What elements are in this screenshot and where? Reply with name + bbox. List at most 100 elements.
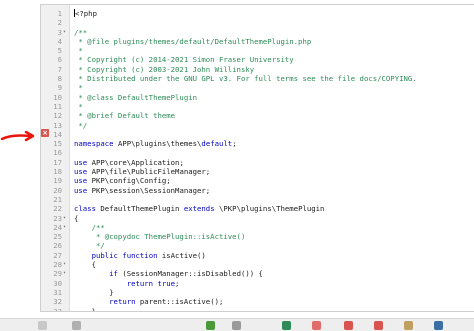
code-line[interactable]: 19 use PKP\config\Config; [41,176,474,185]
code-line[interactable]: 21 [41,195,474,204]
comment-token: * @class DefaultThemePlugin [74,92,198,102]
taskbar-icon[interactable] [434,321,443,330]
code-line[interactable]: 8 * Distributed under the GNU GPL v3. Fo… [41,74,474,83]
code-text[interactable]: * [74,102,82,111]
fold-toggle-icon[interactable]: ▾ [63,28,68,37]
code-text[interactable]: /** [74,28,87,37]
code-text[interactable]: <?php [74,9,97,18]
error-marker-icon[interactable]: × [41,129,49,137]
code-line[interactable]: 14 [41,130,474,139]
code-line[interactable]: 20 use PKP\session\SessionManager; [41,186,474,195]
code-text[interactable]: * Copyright (c) 2003-2021 John Willinsky [74,65,254,74]
code-line[interactable]: 6 * Copyright (c) 2014-2021 Simon Fraser… [41,55,474,64]
code-line[interactable]: 25 * @copydoc ThemePlugin::isActive() [41,232,474,241]
code-line[interactable]: 12 * @brief Default theme [41,111,474,120]
code-text[interactable]: */ [74,241,105,250]
taskbar-icon[interactable] [232,321,241,330]
fold-toggle-icon[interactable]: ▾ [63,214,68,223]
line-number: 8 [57,74,62,84]
code-line[interactable]: 5 * [41,46,474,55]
code-line[interactable]: 24 ▾ /** [41,223,474,232]
code-text[interactable]: use PKP\session\SessionManager; [74,186,210,195]
code-area[interactable]: 1 <?php 2 3 ▾/** 4 * @file plugins/themes/def… [41,9,474,312]
code-token: (SessionManager::isDisabled()) { [117,269,263,279]
code-line[interactable]: 29 ▾ if (SessionManager::isDisabled()) { [41,269,474,278]
code-token: PKP\config\Config; [87,176,171,186]
keyword-token: use [74,185,88,195]
code-text[interactable]: * Copyright (c) 2014-2021 Simon Fraser U… [74,55,294,65]
plant-icon[interactable] [206,321,215,330]
comment-token: /** [74,222,105,232]
code-text[interactable]: /** [74,223,105,232]
code-line[interactable]: 2 [41,18,474,27]
code-text[interactable]: use APP\core\Application; [74,158,184,167]
code-line[interactable]: 9 * [41,83,474,92]
taskbar-icon[interactable] [282,321,291,330]
code-text[interactable]: * [74,83,82,92]
taskbar-icon[interactable] [38,321,47,330]
code-text[interactable]: * Distributed under the GNU GPL v3. For … [74,74,416,83]
code-line[interactable]: 15 namespace APP\plugins\themes\default; [41,139,474,148]
line-number: 9 [57,83,62,93]
taskbar-icon[interactable] [72,321,81,330]
code-editor[interactable]: 1 <?php 2 3 ▾/** 4 * @file plugins/themes/def… [40,4,474,312]
code-line[interactable]: 28 ▾ { [41,260,474,269]
code-token: } [74,287,114,297]
code-line[interactable]: 30 return true; [41,279,474,288]
taskbar-icon[interactable] [344,321,353,330]
keyword-token: default [201,139,233,149]
taskbar-icon[interactable] [374,321,383,330]
code-text[interactable]: use PKP\config\Config; [74,176,171,185]
code-line[interactable]: 16 [41,148,474,157]
comment-token: * [74,46,83,56]
code-text[interactable]: use APP\file\PublicFileManager; [74,167,210,176]
code-line[interactable]: 23 ▾ { [41,214,474,223]
taskbar-icon[interactable] [312,321,321,330]
code-token: { [74,213,79,223]
fold-toggle-icon[interactable]: ▾ [63,269,68,278]
code-line[interactable]: 13 */ [41,121,474,130]
code-text[interactable]: */ [74,121,87,130]
code-text[interactable]: class DefaultThemePlugin extends \PKP\pl… [74,204,324,213]
comment-token: */ [74,241,105,251]
code-line[interactable]: 32 return parent::isActive(); [41,297,474,306]
code-text[interactable]: namespace APP\plugins\themes\default; [74,139,237,148]
comment-token: * Copyright (c) 2014-2021 Simon Fraser U… [74,55,294,65]
code-line[interactable]: 4 * @file plugins/themes/default/Default… [41,37,474,46]
code-text[interactable]: { [74,260,96,269]
code-line[interactable]: 3 ▾ /** [41,28,474,37]
code-text[interactable]: * @copydoc ThemePlugin::isActive() [74,232,245,241]
code-text[interactable]: * [74,46,83,56]
code-token: { [74,260,96,270]
code-line[interactable]: 27 public function isActive() [41,251,474,260]
code-line[interactable]: 26 */ [41,241,474,250]
code-line[interactable]: 22 class DefaultThemePlugin extends \PKP\… [41,204,474,213]
code-line[interactable]: 11 * [41,102,474,111]
comment-token: * @copydoc ThemePlugin::isActive() [74,232,246,242]
code-text[interactable]: * @file plugins/themes/default/DefaultTh… [74,37,311,46]
code-line[interactable]: 33 } [41,307,474,312]
code-text[interactable]: } [74,287,114,297]
line-number: 10 [53,92,62,102]
fold-toggle-icon[interactable]: ▾ [63,260,68,269]
red-arrow-icon [0,130,35,142]
code-text[interactable]: } [74,307,96,312]
code-line[interactable]: 1 <?php [41,9,474,18]
line-number: 22 [53,204,62,214]
line-number: 12 [53,111,62,121]
code-line[interactable]: 31 } [41,288,474,297]
taskbar-icon[interactable] [404,321,413,330]
code-line[interactable]: 17 use APP\core\Application; [41,158,474,167]
code-text[interactable]: * @brief Default theme [74,111,175,120]
fold-toggle-icon[interactable]: ▾ [63,223,68,232]
code-text[interactable]: * @class DefaultThemePlugin [74,93,197,102]
code-text[interactable]: return true; [74,279,180,288]
line-number: 2 [57,18,62,28]
code-text[interactable]: if (SessionManager::isDisabled()) { [74,269,263,278]
code-text[interactable]: { [74,214,78,223]
code-line[interactable]: 7 * Copyright (c) 2003-2021 John Willins… [41,65,474,74]
code-text[interactable]: public function isActive() [74,251,206,260]
code-line[interactable]: 10 * @class DefaultThemePlugin [41,93,474,102]
code-line[interactable]: 18 use APP\file\PublicFileManager; [41,167,474,176]
code-text[interactable]: return parent::isActive(); [74,297,223,306]
